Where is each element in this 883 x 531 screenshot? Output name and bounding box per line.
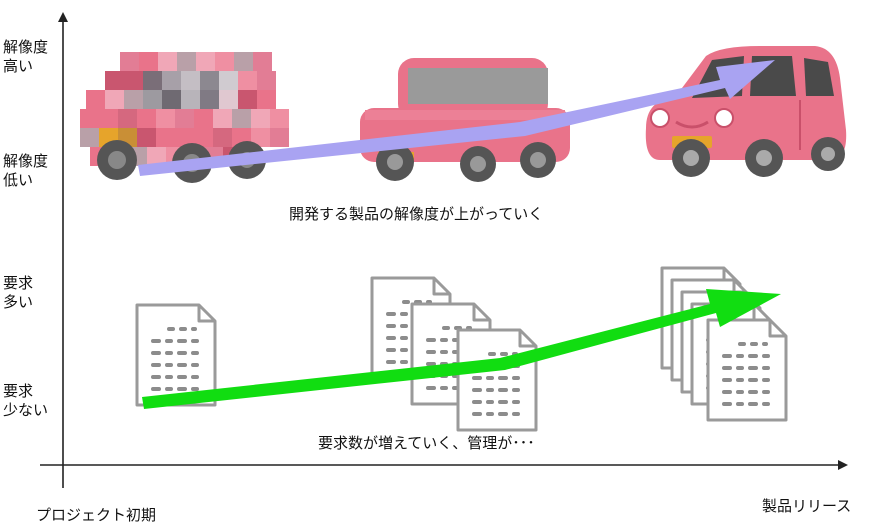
y-axis-label-resolution-high: 解像度 高い (3, 38, 49, 75)
x-axis-label-start: プロジェクト初期 (36, 506, 157, 524)
document-icon (135, 303, 217, 407)
y-axis-label-resolution-low: 解像度 低い (3, 152, 49, 189)
document-icon (706, 318, 788, 422)
document-stacks (135, 266, 788, 432)
y-axis-label-requirements-few: 要求 少ない (3, 382, 49, 419)
y-axis-label-requirements-many: 要求 多い (3, 274, 34, 311)
x-axis-label-end: 製品リリース (762, 497, 852, 515)
resolution-caption: 開発する製品の解像度が上がっていく (289, 205, 544, 223)
document-icon (456, 328, 538, 432)
requirements-caption: 要求数が増えていく、管理が･･･ (318, 434, 535, 452)
